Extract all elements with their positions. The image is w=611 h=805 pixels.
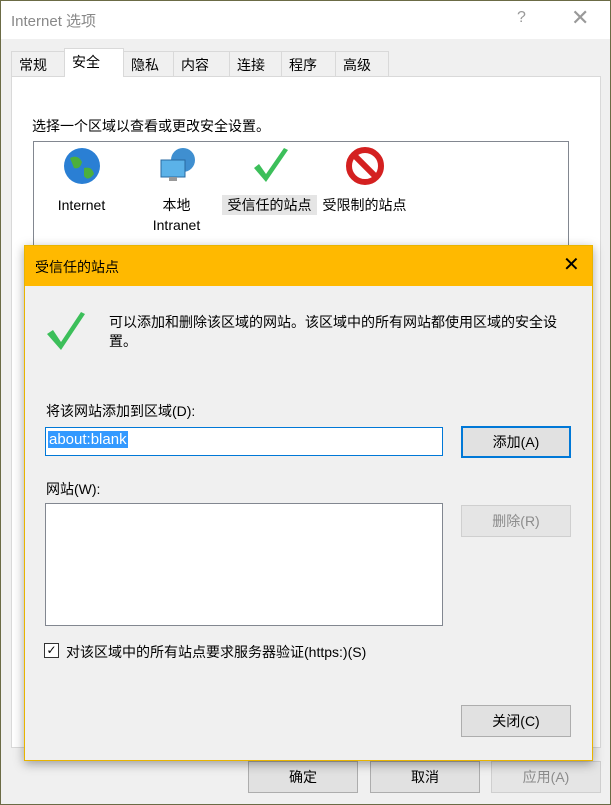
https-checkbox[interactable]: ✓: [44, 643, 59, 658]
close-button[interactable]: 关闭(C): [461, 705, 571, 737]
tab-connections[interactable]: 连接: [229, 51, 282, 76]
tab-general[interactable]: 常规: [11, 51, 65, 76]
zone-internet[interactable]: Internet: [34, 146, 129, 215]
trusted-sites-dialog: 受信任的站点 ✕ 可以添加和删除该区域的网站。该区域中的所有网站都使用区域的安全…: [24, 245, 593, 761]
add-site-input[interactable]: about:blank: [45, 427, 443, 456]
window-title: Internet 选项: [11, 13, 97, 30]
ok-button[interactable]: 确定: [248, 761, 358, 793]
checkmark-icon: [253, 148, 288, 182]
tab-content[interactable]: 内容: [173, 51, 230, 76]
zone-prompt: 选择一个区域以查看或更改安全设置。: [32, 118, 270, 134]
dialog-description: 可以添加和删除该区域的网站。该区域中的所有网站都使用区域的安全设置。: [109, 314, 557, 349]
checkmark-icon: [47, 312, 85, 350]
globe-icon: [63, 148, 100, 184]
dialog-title: 受信任的站点: [35, 259, 119, 275]
close-icon[interactable]: ✕: [571, 5, 589, 31]
tab-programs[interactable]: 程序: [281, 51, 336, 76]
tab-advanced[interactable]: 高级: [335, 51, 389, 76]
https-checkbox-label[interactable]: 对该区域中的所有站点要求服务器验证(https:)(S): [66, 642, 366, 662]
zone-trusted-sites[interactable]: 受信任的站点: [222, 146, 317, 215]
no-entry-icon: [345, 147, 384, 185]
add-button[interactable]: 添加(A): [461, 426, 571, 458]
zone-restricted-sites[interactable]: 受限制的站点: [317, 146, 412, 215]
zone-local-intranet[interactable]: 本地 Intranet: [129, 146, 224, 235]
help-button[interactable]: ?: [517, 9, 526, 27]
cancel-button[interactable]: 取消: [370, 761, 480, 793]
dialog-title-bar: 受信任的站点 ✕: [25, 246, 592, 286]
sites-label: 网站(W):: [46, 481, 101, 497]
remove-button[interactable]: 删除(R): [461, 505, 571, 537]
add-site-label: 将该网站添加到区域(D):: [46, 403, 196, 419]
intranet-icon: [160, 148, 195, 181]
tab-privacy[interactable]: 隐私: [123, 51, 174, 76]
sites-list[interactable]: [45, 503, 443, 626]
title-bar: Internet 选项 ? ✕: [1, 1, 610, 39]
close-icon[interactable]: ✕: [563, 252, 580, 277]
tab-security[interactable]: 安全: [64, 48, 124, 77]
apply-button[interactable]: 应用(A): [491, 761, 601, 793]
